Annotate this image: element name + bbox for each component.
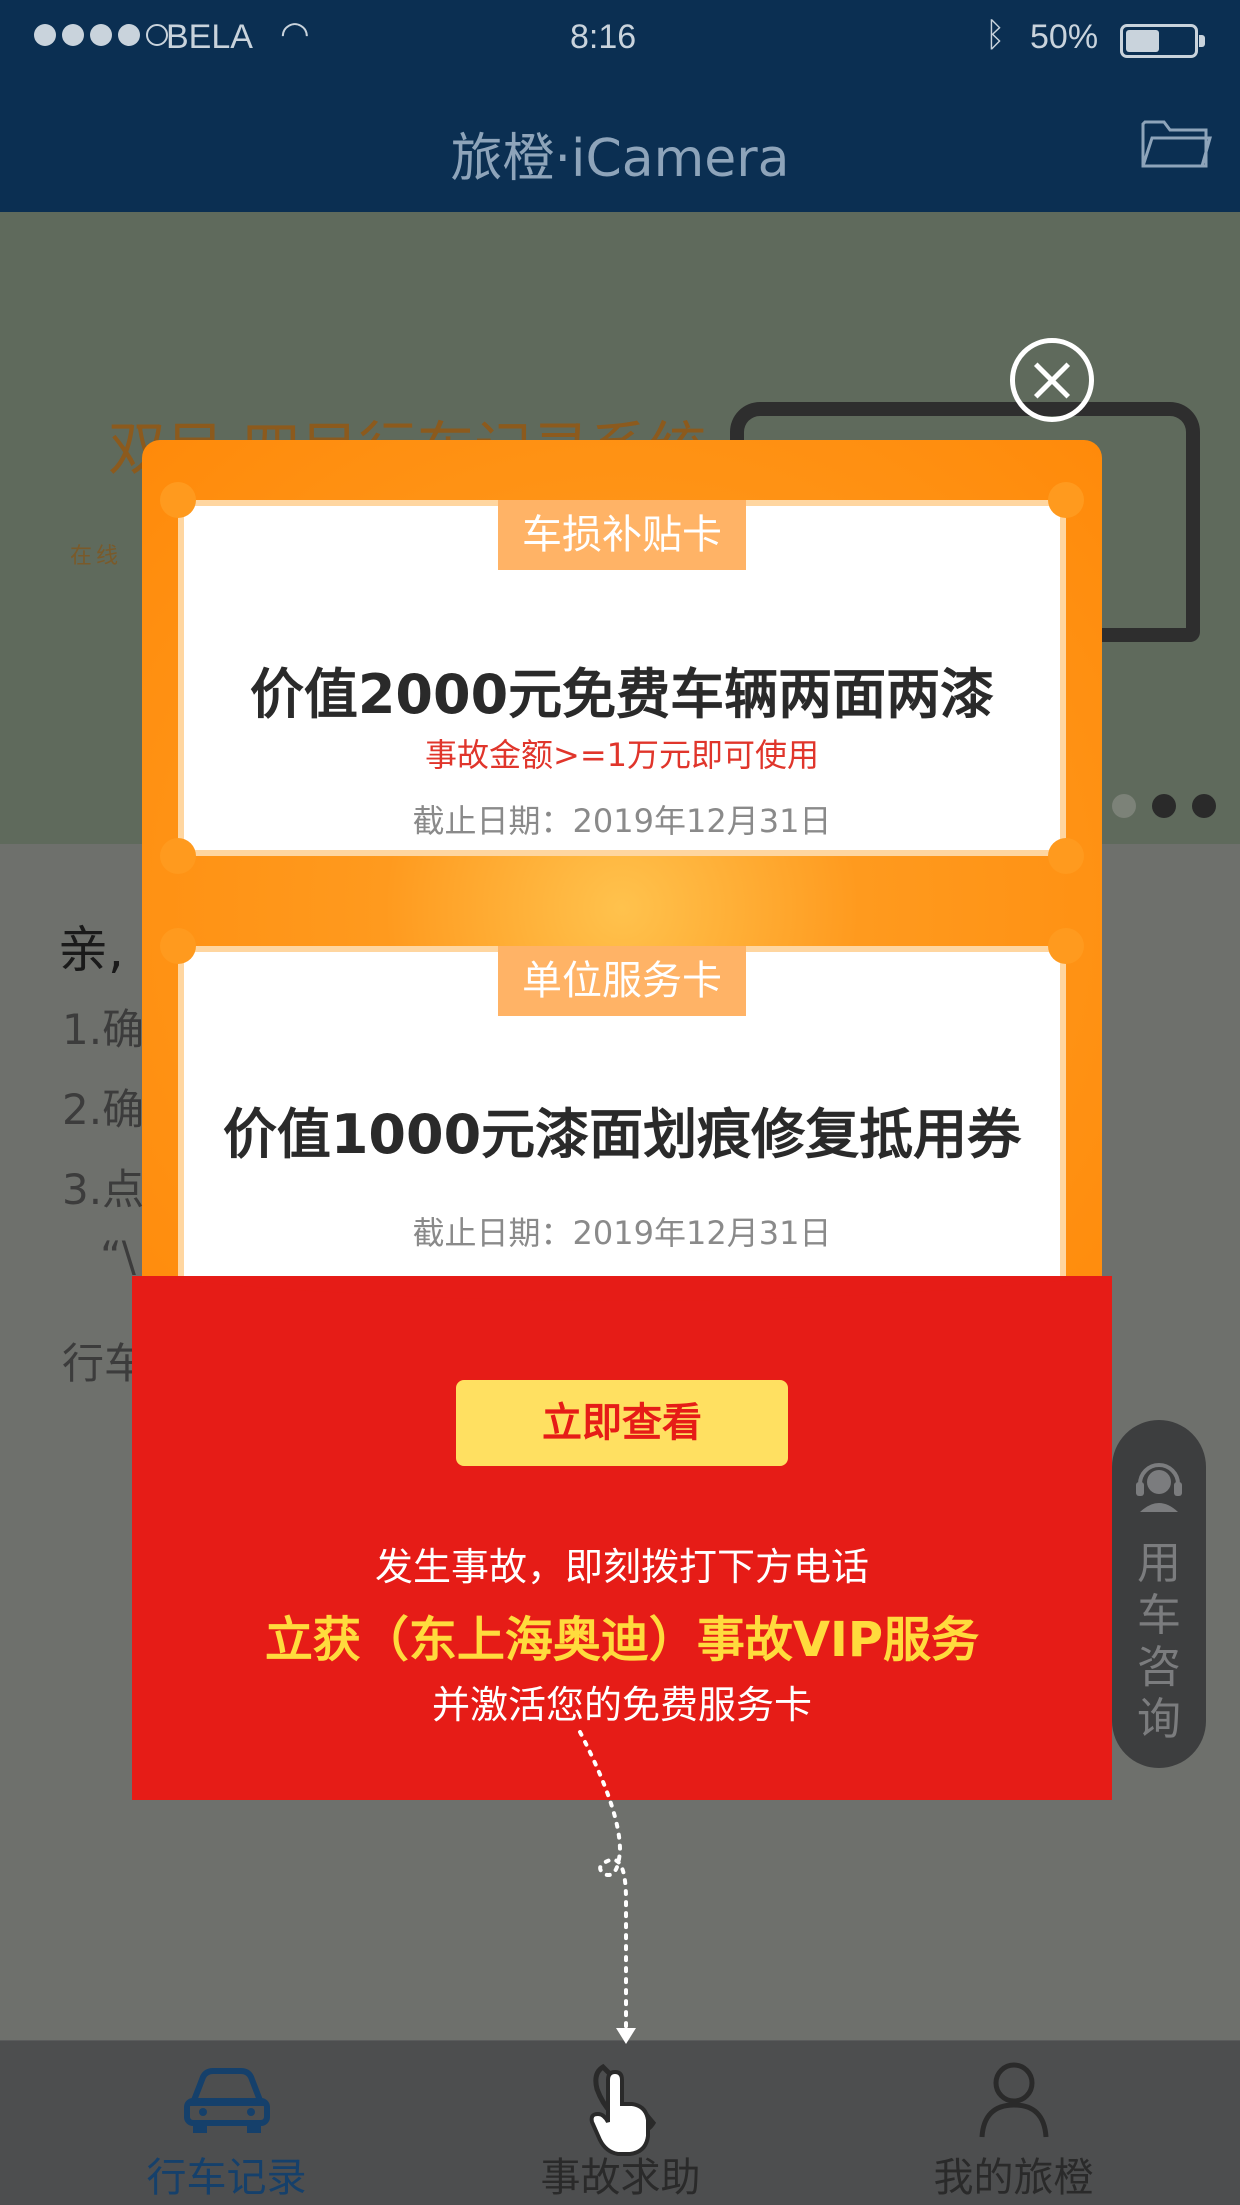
coupon-title: 价值2000元免费车辆两面两漆 — [249, 663, 995, 726]
coupon-deadline: 截止日期：2019年12月31日 — [412, 802, 832, 840]
coupon-tag: 单位服务卡 — [498, 946, 746, 1016]
panel-curve — [132, 1276, 1112, 1336]
emergency-panel: 立即查看 发生事故，即刻拨打下方电话 立获（东上海奥迪）事故VIP服务 并激活您… — [132, 1276, 1112, 1800]
coupon-condition: 事故金额>=1万元即可使用 — [425, 736, 819, 774]
coupon-title: 价值1000元漆面划痕修复抵用券 — [222, 1103, 1022, 1166]
view-now-button[interactable]: 立即查看 — [456, 1380, 788, 1466]
dotted-arrow-icon — [578, 1730, 636, 2044]
activate-card-text: 并激活您的免费服务卡 — [431, 1683, 812, 1727]
accident-call-text: 发生事故，即刻拨打下方电话 — [374, 1545, 869, 1589]
coupon-card-damage-subsidy[interactable]: 车损补贴卡 价值2000元免费车辆两面两漆 事故金额>=1万元即可使用 截止日期… — [160, 482, 1084, 874]
vip-service-text: 立获（东上海奥迪）事故VIP服务 — [264, 1612, 980, 1668]
coupon-tag: 车损补贴卡 — [498, 500, 746, 570]
pointing-hand-icon — [589, 2070, 650, 2156]
close-icon[interactable] — [1010, 338, 1094, 422]
coupon-modal: 车损补贴卡 价值2000元免费车辆两面两漆 事故金额>=1万元即可使用 截止日期… — [142, 440, 1102, 1366]
